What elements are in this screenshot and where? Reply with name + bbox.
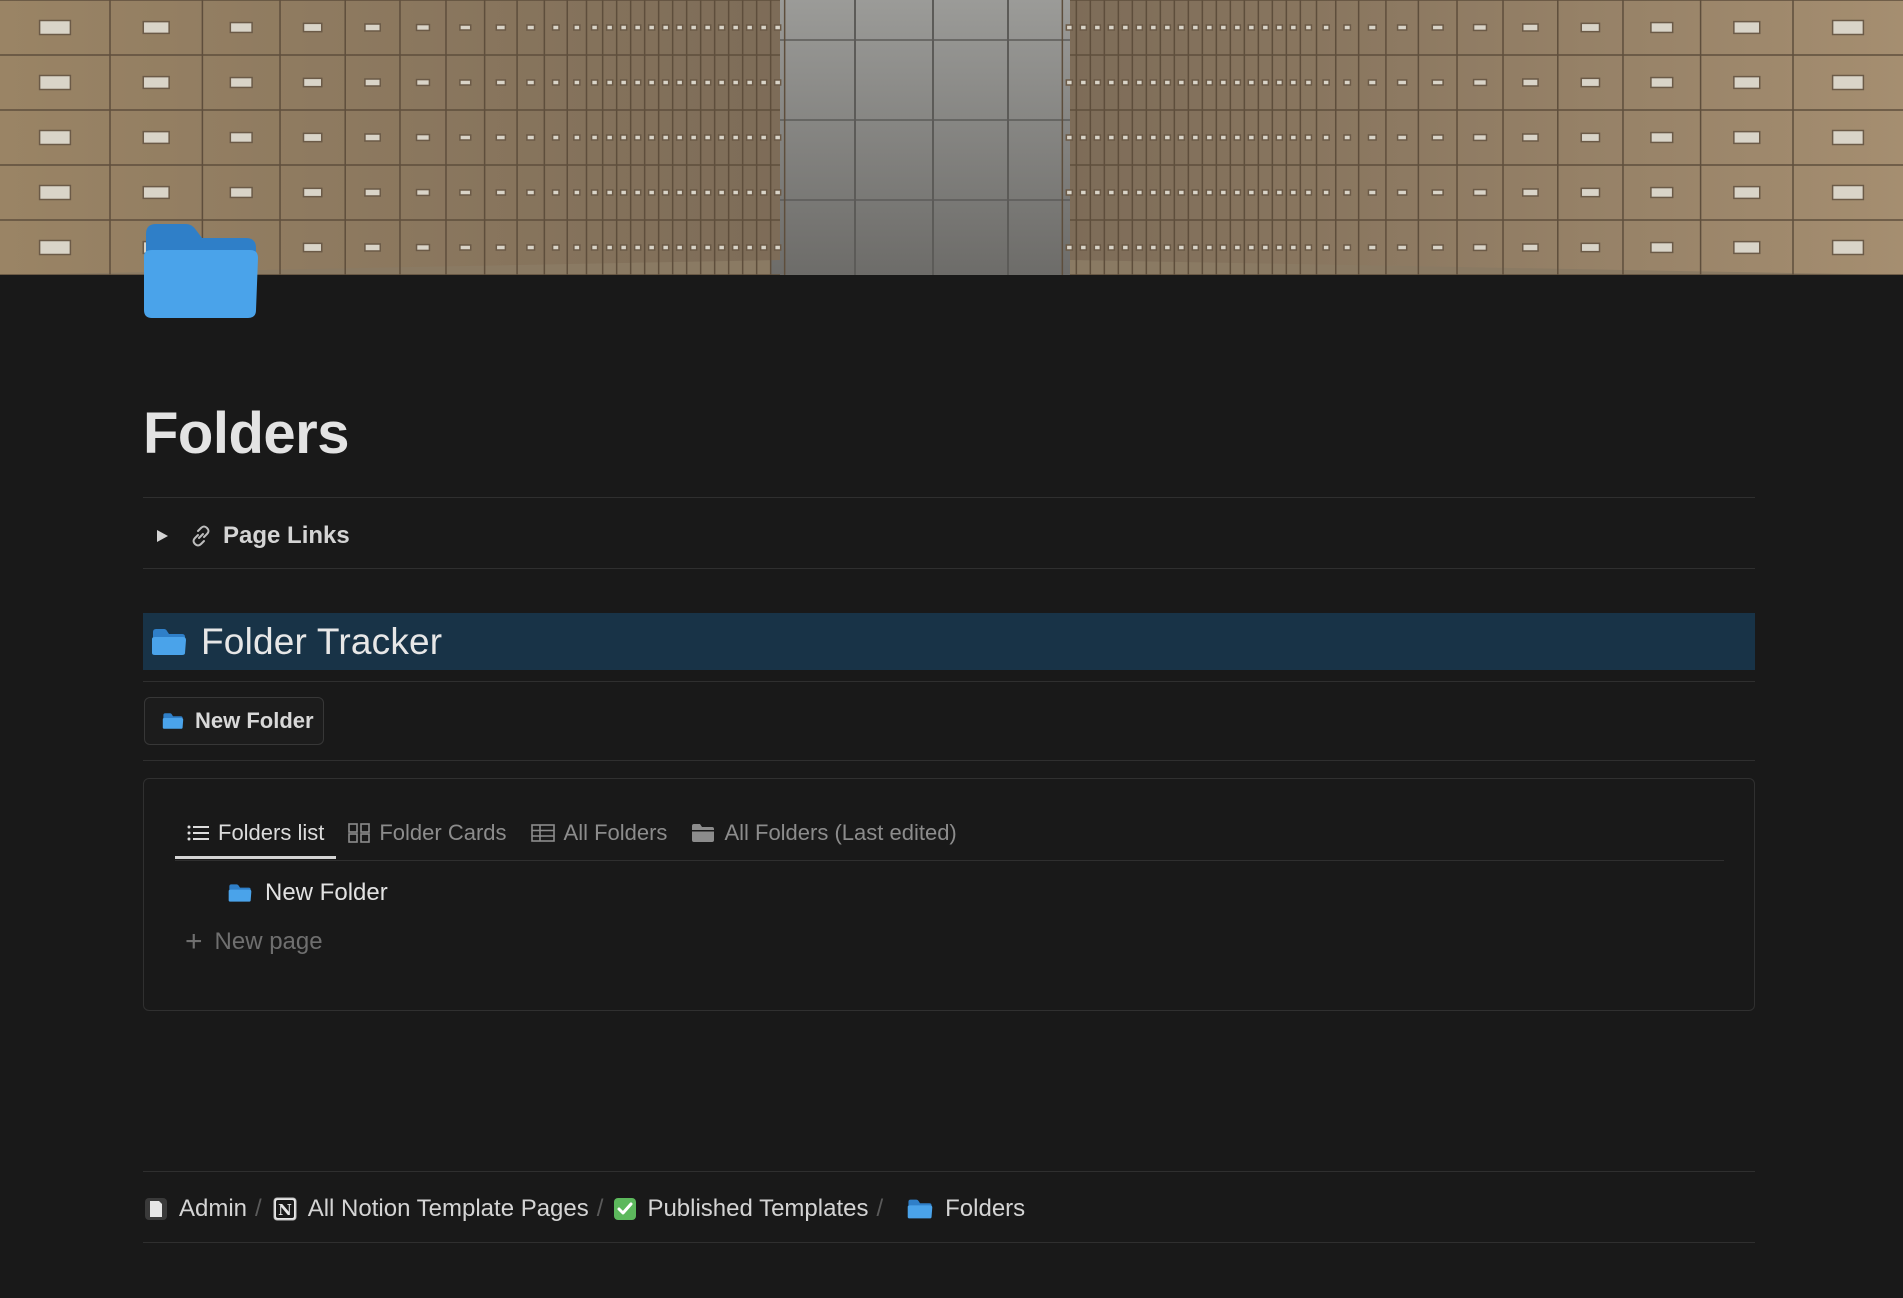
toggle-label: Page Links [223,522,350,549]
tab-label: All Folders [563,820,668,845]
database-view: Folders list Folder Cards All Folders Al… [143,778,1755,1011]
breadcrumb-label: Published Templates [647,1195,869,1222]
notion-icon: N [273,1197,297,1221]
tab-label: Folder Cards [379,820,507,845]
cover-image [0,0,1903,275]
tab-folders-list[interactable]: Folders list [175,809,337,859]
divider [143,1171,1755,1172]
tab-label: Folders list [218,820,325,845]
breadcrumb-separator: / [255,1195,262,1222]
breadcrumb-all-notion-template-pages[interactable]: N All Notion Template Pages [272,1195,589,1223]
divider [143,568,1755,569]
button-label: New Folder [195,708,314,733]
folder-tracker-heading: Folder Tracker [143,613,1755,670]
tab-all-folders[interactable]: All Folders [519,809,680,857]
page-links-toggle[interactable]: Page Links [143,516,743,556]
page-icon [145,1198,167,1220]
new-page-label: New page [214,928,323,955]
tab-all-folders-last-edited[interactable]: All Folders (Last edited) [679,809,968,857]
tab-folder-cards[interactable]: Folder Cards [336,809,518,857]
breadcrumb: Admin / N All Notion Template Pages / Pu… [143,1186,1025,1232]
divider [143,681,1755,682]
folder-icon [692,824,715,842]
checkbox-icon [614,1198,637,1220]
page-folder-icon[interactable] [142,220,260,320]
new-folder-button[interactable]: New Folder [144,697,324,745]
heading-label: Folder Tracker [201,620,443,662]
divider [143,760,1755,761]
new-page-button[interactable]: + New page [185,922,323,962]
view-tabs: Folders list Folder Cards All Folders Al… [175,809,969,859]
breadcrumb-separator: / [876,1195,884,1222]
breadcrumb-label: All Notion Template Pages [307,1195,589,1222]
breadcrumb-separator: / [596,1195,604,1222]
folder-icon [152,628,186,655]
link-icon [192,525,210,547]
breadcrumb-admin[interactable]: Admin [143,1195,247,1223]
list-icon [187,825,209,841]
folder-icon [907,1199,933,1219]
table-icon [530,824,555,842]
toggle-arrow-icon[interactable] [155,529,169,543]
svg-text:N: N [278,1201,292,1219]
tabs-divider [175,860,1724,861]
folder-icon [228,884,252,902]
breadcrumb-label: Admin [179,1195,248,1222]
breadcrumb-published-templates[interactable]: Published Templates [613,1195,868,1223]
gallery-icon [348,823,371,843]
plus-icon: + [185,925,203,958]
breadcrumb-label: Folders [945,1195,1026,1222]
page-title: Folders [143,401,350,466]
list-item[interactable]: New Folder [228,873,388,913]
folder-icon [162,713,184,729]
tab-label: All Folders (Last edited) [724,820,957,845]
divider [143,1242,1755,1243]
list-item-label: New Folder [265,879,388,906]
breadcrumb-folders[interactable]: Folders [907,1195,1025,1223]
divider [143,497,1755,498]
